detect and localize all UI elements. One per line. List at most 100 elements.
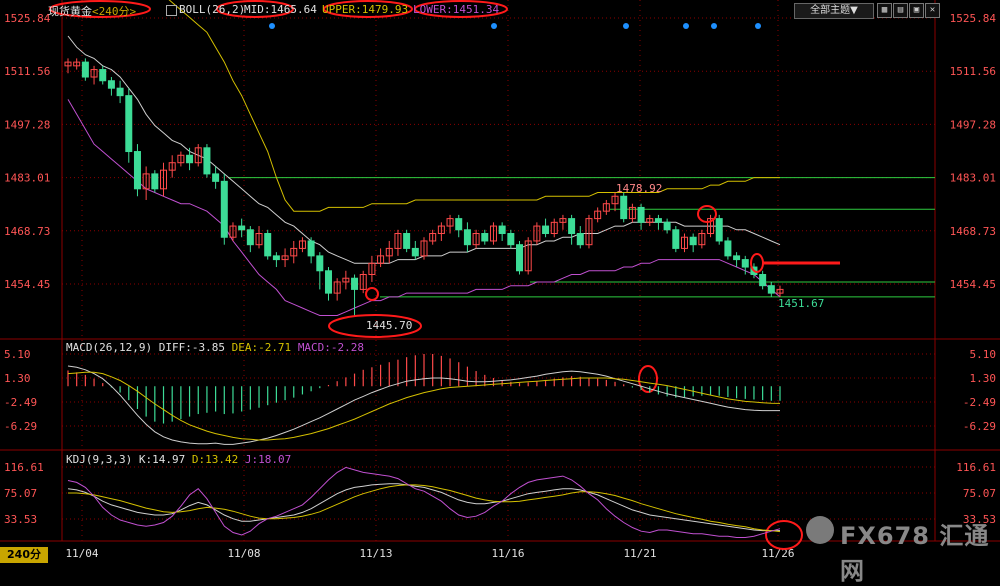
candle-body <box>637 206 645 223</box>
kdj-tick-right: 116.61 <box>956 461 996 474</box>
symbol-name: 现货黄金 <box>48 5 92 18</box>
kdj-k: K:14.97 <box>138 453 186 466</box>
candle-body <box>724 240 732 257</box>
x-tick-label: 11/04 <box>65 547 98 560</box>
candle-body <box>324 270 332 294</box>
candle-body <box>220 180 228 238</box>
candle-body <box>568 218 576 235</box>
candle-body <box>81 61 89 78</box>
event-dot <box>711 23 717 29</box>
candle-body <box>151 173 159 190</box>
candle-body <box>351 277 359 290</box>
x-tick-label: 11/16 <box>491 547 524 560</box>
annotation-circle-high <box>697 205 717 223</box>
high-price-label: 1478.92 <box>616 182 662 195</box>
candle-body <box>133 151 141 190</box>
candle-body <box>481 233 489 242</box>
macd-macd: MACD:-2.28 <box>297 341 365 354</box>
boll-lower-line <box>67 99 781 316</box>
candle-body <box>107 80 115 89</box>
price-tick-right: 1468.73 <box>950 225 996 238</box>
price-tick-right: 1497.28 <box>950 118 996 131</box>
event-dot <box>623 23 629 29</box>
macd-tick-right: -6.29 <box>963 420 996 433</box>
price-tick-left: 1511.56 <box>4 65 50 78</box>
kdj-d: D:13.42 <box>191 453 239 466</box>
event-dot <box>491 23 497 29</box>
candle-body <box>672 229 680 249</box>
candle-body <box>212 173 220 182</box>
candle-body <box>507 233 515 246</box>
candle-body <box>741 259 749 268</box>
candle-body <box>463 229 471 246</box>
upper-value: UPPER:1479.93 <box>322 3 409 16</box>
watermark: FX678 汇通网 <box>840 522 990 585</box>
x-tick-label: 11/21 <box>623 547 656 560</box>
low-price-label: 1445.70 <box>366 319 412 332</box>
annotation-circle-kdj <box>765 520 803 550</box>
boll-upper-line <box>168 0 780 212</box>
watermark-logo-icon <box>806 516 834 544</box>
candle-body <box>576 233 584 246</box>
chart-canvas[interactable]: 1525.84 1525.84 1511.56 1511.56 1497.28 1497.… <box>0 0 1000 564</box>
macd-header: MACD(26,12,9) DIFF:-3.85 DEA:-2.71 MACD:… <box>66 341 364 354</box>
theme-dropdown-button[interactable]: 全部主题▼ <box>794 3 874 19</box>
chart-header: 现货黄金<240分> <box>48 3 136 19</box>
boll-name: BOLL(26,2) <box>179 3 246 16</box>
price-tick-left: 1454.45 <box>4 278 50 291</box>
macd-dea: DEA:-2.71 <box>231 341 292 354</box>
candle-body <box>715 218 723 242</box>
candle-body <box>238 225 246 231</box>
macd-tick-left: 1.30 <box>4 372 31 385</box>
candle-body <box>99 69 107 82</box>
candle-body <box>316 255 324 272</box>
boll-mid-line <box>67 35 781 264</box>
kdj-tick-left: 33.53 <box>4 513 37 526</box>
annotation-circle-low <box>365 287 379 301</box>
candle-body <box>411 247 419 257</box>
layout-icon[interactable]: ▤ <box>893 3 908 18</box>
kdj-tick-left: 75.07 <box>4 487 37 500</box>
macd-label: MACD(26,12,9) <box>66 341 153 354</box>
macd-tick-right: 1.30 <box>970 372 997 385</box>
settings-icon[interactable]: ▣ <box>909 3 924 18</box>
lower-value: LOWER:1451.34 <box>413 3 500 16</box>
price-tick-left: 1483.01 <box>4 172 50 185</box>
macd-diff: DIFF:-3.85 <box>158 341 225 354</box>
x-tick-label: 11/08 <box>227 547 260 560</box>
boll-icon <box>166 4 177 16</box>
candle-body <box>654 218 662 223</box>
event-dot <box>683 23 689 29</box>
candle-body <box>663 221 671 231</box>
macd-tick-left: 5.10 <box>4 348 31 361</box>
macd-tick-right: 5.10 <box>970 348 997 361</box>
kdj-j: J:18.07 <box>244 453 292 466</box>
kdj-header: KDJ(9,3,3) K:14.97 D:13.42 J:18.07 <box>66 453 291 466</box>
candle-body <box>455 218 463 231</box>
event-dot <box>269 23 275 29</box>
macd-tick-left: -6.29 <box>4 420 37 433</box>
candle-body <box>203 147 211 175</box>
candle-body <box>307 240 315 257</box>
candle-body <box>186 154 194 164</box>
last-low-label: 1451.67 <box>778 297 824 310</box>
price-tick-right: 1525.84 <box>950 12 997 25</box>
kdj-tick-right: 75.07 <box>963 487 996 500</box>
mid-value: MID:1465.64 <box>244 3 317 16</box>
price-tick-left: 1497.28 <box>4 118 50 131</box>
candle-body <box>689 236 697 246</box>
kdj-j-line <box>67 466 781 538</box>
macd-tick-left: -2.49 <box>4 396 37 409</box>
candle-body <box>542 225 550 235</box>
candle-body <box>246 229 254 246</box>
grid-icon[interactable]: ▦ <box>877 3 892 18</box>
boll-label: BOLL(26,2) <box>166 3 245 16</box>
period-selector[interactable]: 240分 <box>0 547 48 563</box>
candle-body <box>516 244 524 272</box>
event-dot <box>755 23 761 29</box>
candle-body <box>620 195 628 220</box>
candle-body <box>767 285 775 294</box>
close-icon[interactable]: ✕ <box>925 3 940 18</box>
kdj-d-line <box>68 484 781 533</box>
price-tick-right: 1454.45 <box>950 278 996 291</box>
